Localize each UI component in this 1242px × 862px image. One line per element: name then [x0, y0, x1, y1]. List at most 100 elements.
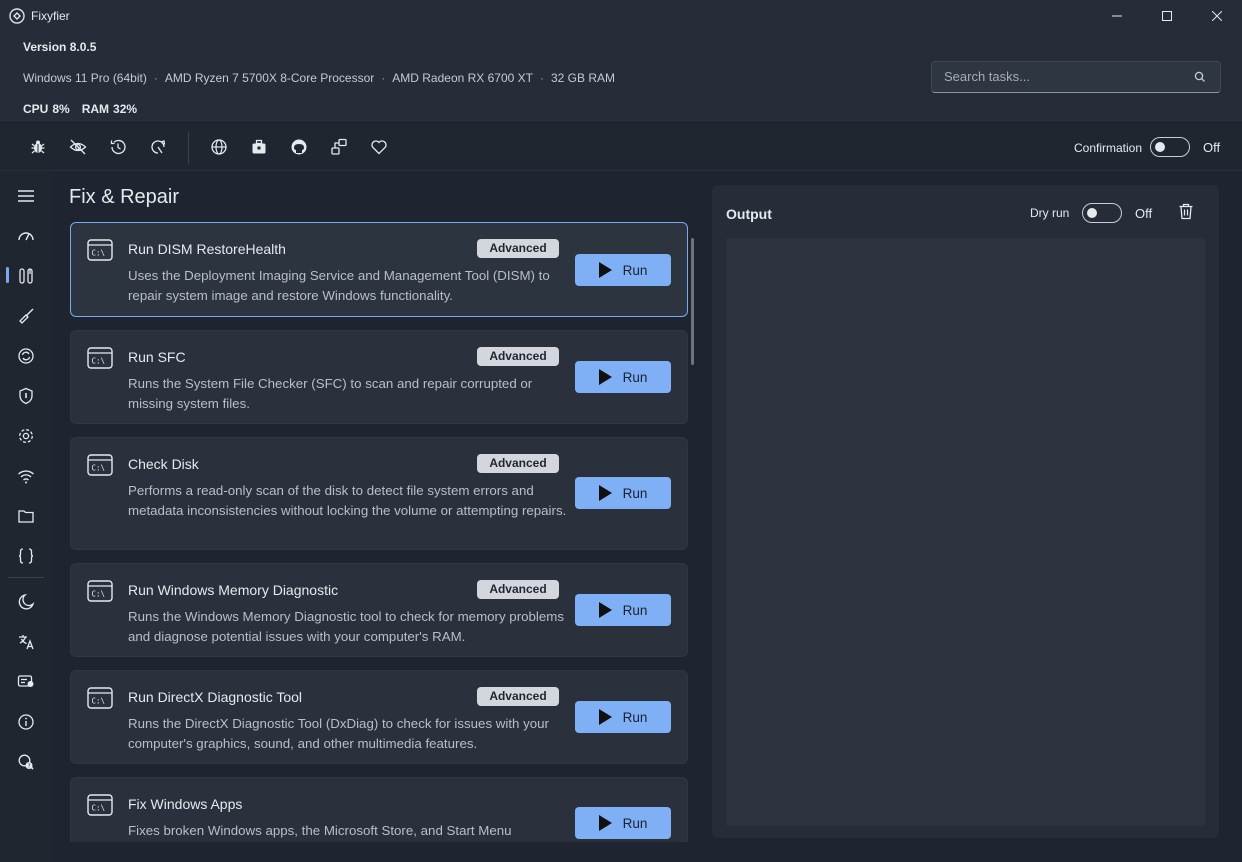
confirmation-label: Confirmation — [1074, 141, 1143, 155]
search-help-icon[interactable]: ? — [16, 752, 36, 772]
output-panel: Output Dry run Off — [712, 185, 1219, 838]
run-label: Run — [622, 815, 648, 831]
confirmation-state: Off — [1203, 140, 1221, 155]
run-label: Run — [622, 602, 648, 618]
separator: · — [540, 71, 544, 85]
share-icon[interactable] — [329, 137, 349, 157]
separator: · — [153, 71, 158, 85]
sidebar-separator — [8, 577, 44, 578]
search-input[interactable] — [944, 69, 1184, 84]
task-description: Runs the Windows Memory Diagnostic tool … — [128, 609, 564, 644]
task-description: Fixes broken Windows apps, the Microsoft… — [128, 823, 512, 838]
terminal-icon: C:\ — [87, 454, 113, 476]
ram-label: RAM — [81, 102, 110, 116]
language-icon[interactable] — [16, 632, 36, 652]
moon-icon[interactable] — [16, 592, 36, 612]
ram-info: 32 GB RAM — [551, 71, 616, 85]
run-button[interactable]: Run — [575, 361, 671, 393]
globe-icon[interactable] — [209, 137, 229, 157]
page-title: Fix & Repair — [69, 186, 180, 208]
broom-icon[interactable] — [16, 306, 36, 326]
system-header: Version 8.0.5 Windows 11 Pro (64bit) · A… — [0, 31, 1242, 123]
github-icon[interactable] — [289, 137, 309, 157]
task-card[interactable]: C:\ Run DirectX Diagnostic Tool Advanced… — [70, 670, 688, 764]
shield-icon[interactable] — [16, 386, 36, 406]
task-title: Run SFC — [128, 349, 186, 365]
ram-value: 32% — [113, 102, 138, 116]
run-button[interactable]: Run — [575, 594, 671, 626]
task-card[interactable]: C:\ Run SFC Advanced Runs the System Fil… — [70, 330, 688, 424]
repair-tools-icon[interactable] — [16, 266, 36, 286]
output-console[interactable] — [726, 238, 1205, 826]
braces-icon[interactable] — [16, 546, 36, 566]
wifi-icon[interactable] — [16, 466, 36, 486]
heart-icon[interactable] — [369, 137, 389, 157]
play-icon — [598, 815, 612, 831]
play-icon — [598, 369, 612, 385]
run-button[interactable]: Run — [575, 254, 671, 286]
run-label: Run — [622, 485, 648, 501]
maximize-button[interactable] — [1142, 0, 1192, 31]
svg-text:C:\: C:\ — [92, 249, 106, 258]
task-description: Runs the System File Checker (SFC) to sc… — [128, 376, 533, 411]
trash-icon[interactable] — [1178, 203, 1194, 220]
task-title: Check Disk — [128, 456, 199, 472]
run-button[interactable]: Run — [575, 701, 671, 733]
sync-icon[interactable] — [16, 346, 36, 366]
run-button[interactable]: Run — [575, 807, 671, 839]
task-card[interactable]: C:\ Fix Windows Apps Fixes broken Window… — [70, 777, 688, 842]
play-icon — [598, 709, 612, 725]
toolbar: Confirmation Off — [0, 124, 1242, 171]
maximize-icon — [1162, 10, 1172, 21]
bug-icon[interactable] — [28, 137, 48, 157]
folder-icon[interactable] — [16, 506, 36, 526]
task-card[interactable]: C:\ Run DISM RestoreHealth Advanced Uses… — [70, 222, 688, 317]
play-icon — [598, 262, 612, 278]
run-button[interactable]: Run — [575, 477, 671, 509]
search-icon[interactable] — [1194, 71, 1206, 83]
advanced-badge: Advanced — [477, 347, 559, 366]
terminal-icon: C:\ — [87, 794, 113, 816]
task-description: Runs the DirectX Diagnostic Tool (DxDiag… — [128, 716, 549, 751]
svg-text:C:\: C:\ — [92, 590, 106, 599]
cpu-label: CPU — [23, 102, 49, 116]
close-button[interactable] — [1192, 0, 1242, 31]
terminal-icon: C:\ — [87, 580, 113, 602]
task-card[interactable]: C:\ Check Disk Advanced Performs a read-… — [70, 437, 688, 550]
license-icon[interactable] — [16, 672, 36, 692]
history-icon[interactable] — [108, 137, 128, 157]
toolbar-separator — [188, 132, 189, 164]
separator: · — [381, 71, 386, 85]
svg-text:?: ? — [28, 764, 31, 770]
toolbox-icon[interactable] — [249, 137, 269, 157]
speedometer-icon[interactable] — [16, 226, 36, 246]
menu-icon[interactable] — [16, 186, 36, 206]
search-box[interactable] — [931, 61, 1221, 93]
minimize-button[interactable] — [1092, 0, 1142, 31]
dry-run-state: Off — [1135, 206, 1153, 221]
task-title: Run DirectX Diagnostic Tool — [128, 689, 303, 705]
gear-icon[interactable] — [16, 426, 36, 446]
svg-text:C:\: C:\ — [92, 697, 106, 706]
play-icon — [598, 602, 612, 618]
terminal-icon: C:\ — [87, 687, 113, 709]
task-card[interactable]: C:\ Run Windows Memory Diagnostic Advanc… — [70, 563, 688, 657]
output-title: Output — [726, 206, 772, 222]
confirmation-toggle[interactable] — [1150, 137, 1190, 157]
run-label: Run — [622, 262, 648, 278]
play-icon — [598, 485, 612, 501]
app-title: Fixyfier — [31, 8, 70, 23]
eye-off-icon[interactable] — [68, 137, 88, 157]
info-icon[interactable] — [16, 712, 36, 732]
app-logo-icon — [9, 7, 25, 24]
minimize-icon — [1112, 15, 1122, 16]
close-icon — [1212, 10, 1222, 21]
terminal-icon: C:\ — [87, 239, 113, 261]
task-list-scrollbar[interactable] — [691, 238, 694, 365]
dry-run-toggle[interactable] — [1082, 203, 1122, 223]
task-description: Performs a read-only scan of the disk to… — [128, 483, 567, 518]
version-label: Version 8.0.5 — [23, 40, 97, 54]
run-label: Run — [622, 369, 648, 385]
svg-text:C:\: C:\ — [92, 357, 106, 366]
restore-icon[interactable] — [148, 137, 168, 157]
